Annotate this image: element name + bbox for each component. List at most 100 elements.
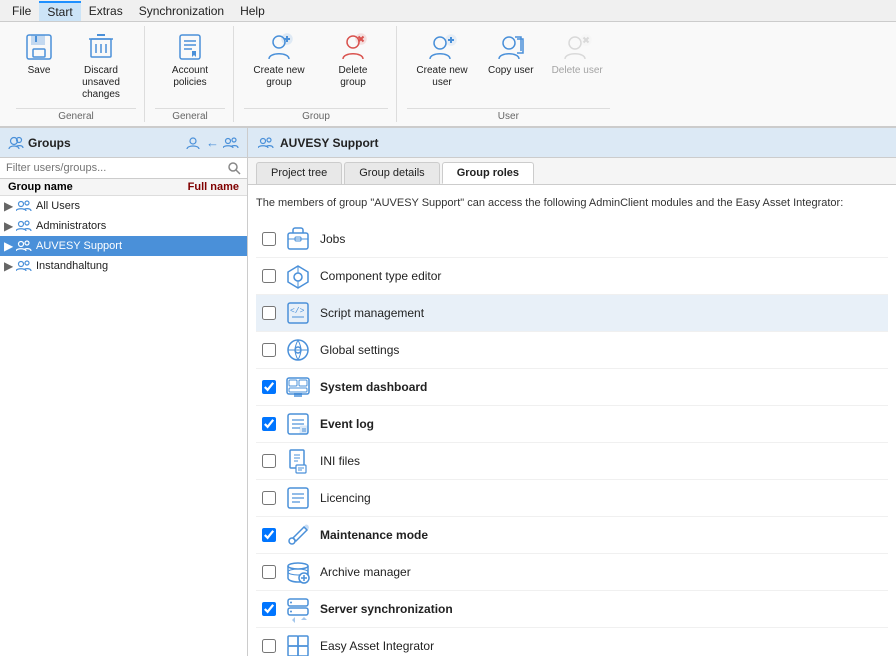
licencing-icon xyxy=(284,484,312,512)
menu-help[interactable]: Help xyxy=(232,2,273,20)
create-group-icon xyxy=(263,31,295,63)
role-checkbox-jobs[interactable] xyxy=(262,232,276,246)
create-group-label: Create new group xyxy=(251,65,307,89)
left-panel: Groups ← Gr xyxy=(0,128,248,656)
role-item-ini-files: INI files xyxy=(256,443,888,480)
ribbon-buttons-general2: Account policies xyxy=(155,26,225,106)
create-user-icon xyxy=(426,31,458,63)
role-item-maintenance-mode: Maintenance mode xyxy=(256,517,888,554)
tree-item-all-users[interactable]: ▶ All Users xyxy=(0,196,247,216)
create-group-button[interactable]: Create new group xyxy=(244,26,314,94)
ribbon: Save Discard unsaved changes General xyxy=(0,22,896,128)
role-item-component-type-editor: Component type editor xyxy=(256,258,888,295)
create-user-button[interactable]: Create new user xyxy=(407,26,477,94)
role-checkbox-component-type-editor[interactable] xyxy=(262,269,276,283)
delete-group-label: Delete group xyxy=(325,65,381,89)
tree-col-group: Group name xyxy=(8,181,188,193)
menu-synchronization[interactable]: Synchronization xyxy=(131,2,232,20)
ribbon-group-general1: Save Discard unsaved changes General xyxy=(8,26,145,122)
group-icon xyxy=(16,258,32,274)
role-label-global-settings: Global settings xyxy=(320,343,399,357)
role-label-maintenance-mode: Maintenance mode xyxy=(320,528,428,542)
role-checkbox-maintenance-mode[interactable] xyxy=(262,528,276,542)
menu-file[interactable]: File xyxy=(4,2,39,20)
account-policies-button[interactable]: Account policies xyxy=(155,26,225,94)
role-checkbox-system-dashboard[interactable] xyxy=(262,380,276,394)
right-panel-title: AUVESY Support xyxy=(280,136,378,150)
ribbon-group-general2: Account policies General xyxy=(147,26,234,122)
menu-extras[interactable]: Extras xyxy=(81,2,131,20)
global-settings-icon xyxy=(284,336,312,364)
save-icon xyxy=(23,31,55,63)
copy-user-label: Copy user xyxy=(488,65,534,77)
tab-group-roles[interactable]: Group roles xyxy=(442,162,534,184)
role-item-jobs: Jobs xyxy=(256,221,888,258)
role-checkbox-event-log[interactable] xyxy=(262,417,276,431)
role-label-ini-files: INI files xyxy=(320,454,360,468)
ribbon-general1-label: General xyxy=(16,108,136,122)
role-checkbox-archive-manager[interactable] xyxy=(262,565,276,579)
tab-content: The members of group "AUVESY Support" ca… xyxy=(248,185,896,656)
discard-button[interactable]: Discard unsaved changes xyxy=(66,26,136,106)
copy-user-button[interactable]: Copy user xyxy=(481,26,541,82)
maintenance-mode-icon xyxy=(284,521,312,549)
role-checkbox-global-settings[interactable] xyxy=(262,343,276,357)
role-checkbox-server-synchronization[interactable] xyxy=(262,602,276,616)
role-checkbox-licencing[interactable] xyxy=(262,491,276,505)
ribbon-buttons-group: Create new group Delete group xyxy=(244,26,388,106)
role-checkbox-script-management[interactable] xyxy=(262,306,276,320)
role-label-archive-manager: Archive manager xyxy=(320,565,411,579)
role-checkbox-easy-asset-integrator[interactable] xyxy=(262,639,276,653)
tab-group-details[interactable]: Group details xyxy=(344,162,439,184)
menu-start[interactable]: Start xyxy=(39,1,80,21)
delete-group-button[interactable]: Delete group xyxy=(318,26,388,94)
role-label-licencing: Licencing xyxy=(320,491,371,505)
main-content: Groups ← Gr xyxy=(0,128,896,656)
users-icon xyxy=(223,135,239,151)
search-bar[interactable] xyxy=(0,158,247,179)
role-item-global-settings: Global settings xyxy=(256,332,888,369)
ribbon-group-group: Create new group Delete group Group xyxy=(236,26,397,122)
tree-item-instandhaltung[interactable]: ▶ Instandhaltung xyxy=(0,256,247,276)
role-label-script-management: Script management xyxy=(320,306,424,320)
tree-items: ▶ All Users ▶ Administrators xyxy=(0,196,247,656)
ribbon-group-user: Create new user Copy user xyxy=(399,26,618,122)
group-icon xyxy=(16,238,32,254)
tree-col-full: Full name xyxy=(188,181,239,193)
role-label-component-type-editor: Component type editor xyxy=(320,269,441,283)
delete-user-button[interactable]: Delete user xyxy=(545,26,610,82)
tree-item-auvesy-support[interactable]: ▶ AUVESY Support xyxy=(0,236,247,256)
expand-arrow: ▶ xyxy=(4,219,16,233)
search-input[interactable] xyxy=(6,162,227,174)
tab-project-tree[interactable]: Project tree xyxy=(256,162,342,184)
group-icon xyxy=(16,198,32,214)
right-panel: AUVESY Support Project tree Group detail… xyxy=(248,128,896,656)
create-user-label: Create new user xyxy=(414,65,470,89)
discard-label: Discard unsaved changes xyxy=(73,65,129,101)
save-button[interactable]: Save xyxy=(16,26,62,82)
expand-arrow: ▶ xyxy=(4,199,16,213)
group-header-icon xyxy=(258,135,274,151)
user-icon xyxy=(186,135,202,151)
delete-group-icon xyxy=(337,31,369,63)
jobs-icon xyxy=(284,225,312,253)
ribbon-general2-label: General xyxy=(155,108,225,122)
tree-item-label: All Users xyxy=(36,200,80,212)
groups-icon xyxy=(8,135,24,151)
role-item-archive-manager: Archive manager xyxy=(256,554,888,591)
component-type-editor-icon xyxy=(284,262,312,290)
menu-bar: File Start Extras Synchronization Help xyxy=(0,0,896,22)
role-label-system-dashboard: System dashboard xyxy=(320,380,427,394)
system-dashboard-icon xyxy=(284,373,312,401)
header-icons: ← xyxy=(186,135,239,151)
ribbon-user-label: User xyxy=(407,108,610,122)
role-item-easy-asset-integrator: Easy Asset Integrator xyxy=(256,628,888,656)
archive-manager-icon xyxy=(284,558,312,586)
account-policies-icon xyxy=(174,31,206,63)
copy-user-icon xyxy=(495,31,527,63)
role-item-event-log: Event log xyxy=(256,406,888,443)
expand-arrow: ▶ xyxy=(4,259,16,273)
tree-item-administrators[interactable]: ▶ Administrators xyxy=(0,216,247,236)
role-checkbox-ini-files[interactable] xyxy=(262,454,276,468)
search-icon xyxy=(227,161,241,175)
